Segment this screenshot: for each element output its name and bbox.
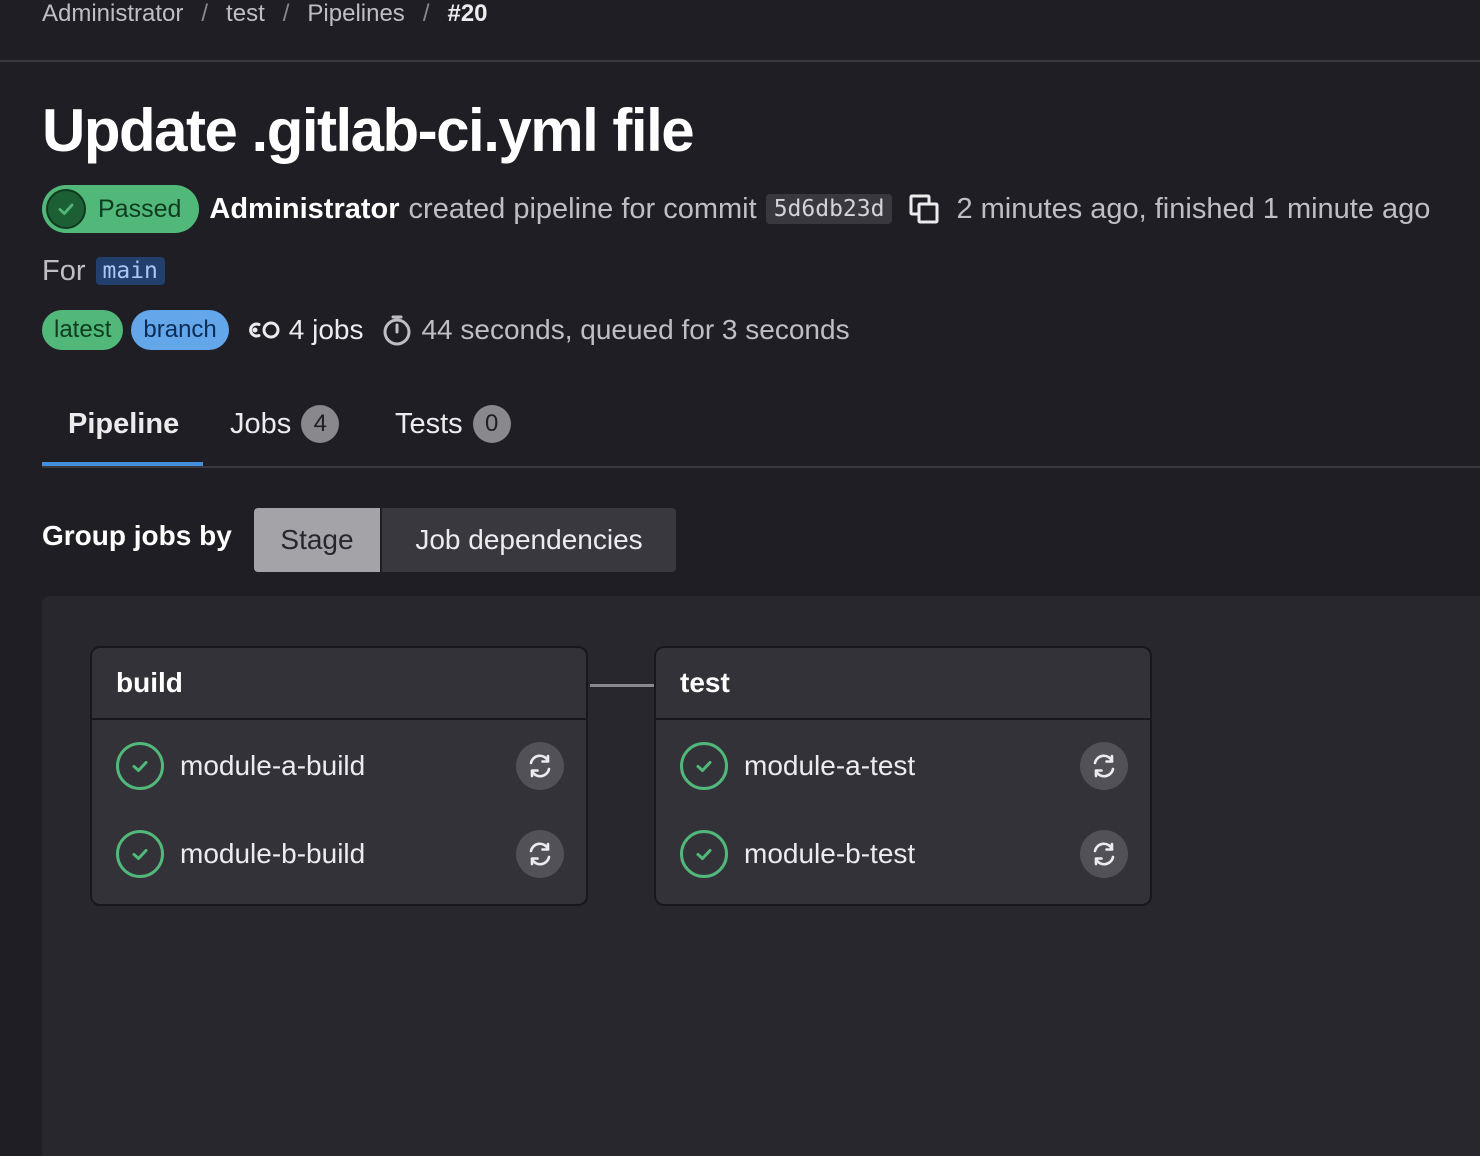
retry-icon[interactable] (1080, 742, 1128, 790)
copy-icon[interactable] (908, 193, 940, 225)
page-title: Update .gitlab-ci.yml file (42, 97, 695, 164)
tab-tests-count: 0 (472, 405, 511, 443)
pipeline-badges: latest branch 4 jobs 44 seconds, queued … (42, 310, 850, 350)
commit-sha[interactable]: 5d6db23d (765, 194, 893, 224)
status-label: Passed (98, 194, 182, 223)
ref-row: For main (42, 252, 165, 290)
group-by-toggle: Stage Job dependencies (254, 508, 676, 572)
meta-action-text: created pipeline for commit (408, 192, 757, 225)
breadcrumb-separator: / (422, 0, 430, 27)
pipeline-duration: 44 seconds, queued for 3 seconds (381, 314, 850, 346)
ref-branch-link[interactable]: main (95, 257, 165, 285)
check-circle-icon (680, 742, 728, 790)
check-circle-icon (116, 830, 164, 878)
retry-icon[interactable] (516, 830, 564, 878)
pipeline-tabs: Pipeline Jobs 4 Tests 0 (42, 380, 1480, 468)
stage-test-title: test (656, 648, 1150, 720)
branch-badge: branch (131, 310, 229, 350)
job-module-b-build[interactable]: module-b-build (92, 810, 586, 898)
check-circle-icon (680, 830, 728, 878)
pipeline-graph: build module-a-build module-b-build test (42, 596, 1480, 1156)
breadcrumb: Administrator / test / Pipelines / #20 (42, 0, 488, 32)
breadcrumb-separator: / (201, 0, 209, 27)
stage-build-title: build (92, 648, 586, 720)
timer-icon (383, 315, 411, 346)
tab-tests[interactable]: Tests 0 (395, 380, 511, 468)
job-name: module-b-build (180, 838, 366, 869)
retry-icon[interactable] (516, 742, 564, 790)
stage-connector (590, 684, 654, 687)
for-label: For (42, 254, 86, 287)
duration-label: 44 seconds, queued for 3 seconds (421, 314, 850, 345)
group-jobs-label: Group jobs by (42, 520, 232, 551)
tab-jobs[interactable]: Jobs 4 (230, 380, 340, 468)
tab-jobs-count: 4 (301, 405, 340, 443)
breadcrumb-item-administrator[interactable]: Administrator (42, 0, 183, 28)
pipeline-meta: Passed Administrator created pipeline fo… (42, 185, 1430, 233)
job-name: module-a-build (180, 750, 366, 781)
active-tab-indicator (42, 462, 203, 466)
job-module-a-test[interactable]: module-a-test (656, 722, 1150, 810)
group-by-dependencies-button[interactable]: Job dependencies (380, 508, 676, 572)
check-circle-icon (116, 742, 164, 790)
latest-badge: latest (42, 310, 124, 350)
breadcrumb-item-current[interactable]: #20 (447, 0, 487, 28)
job-name: module-b-test (744, 838, 916, 869)
group-by-stage-button[interactable]: Stage (254, 508, 380, 572)
pipeline-time: 2 minutes ago, finished 1 minute ago (956, 192, 1431, 225)
check-circle-icon (46, 189, 86, 229)
breadcrumb-item-pipelines[interactable]: Pipelines (307, 0, 404, 28)
stage-build: build module-a-build module-b-build (90, 646, 588, 906)
breadcrumb-item-test[interactable]: test (226, 0, 265, 28)
author-link[interactable]: Administrator (209, 193, 399, 226)
job-module-b-test[interactable]: module-b-test (656, 810, 1150, 898)
tab-tests-label: Tests (395, 407, 463, 440)
tab-pipeline-label: Pipeline (68, 407, 180, 440)
stage-test: test module-a-test module-b-test (654, 646, 1152, 906)
breadcrumb-separator: / (282, 0, 290, 27)
header-divider (0, 60, 1480, 62)
status-badge[interactable]: Passed (42, 185, 200, 233)
tab-jobs-label: Jobs (230, 407, 292, 440)
retry-icon[interactable] (1080, 830, 1128, 878)
jobs-count-label: 4 jobs (288, 314, 364, 345)
jobs-count: 4 jobs (247, 314, 364, 346)
job-name: module-a-test (744, 750, 916, 781)
job-module-a-build[interactable]: module-a-build (92, 722, 586, 810)
jobs-icon (248, 321, 280, 339)
tab-pipeline[interactable]: Pipeline (68, 380, 179, 468)
